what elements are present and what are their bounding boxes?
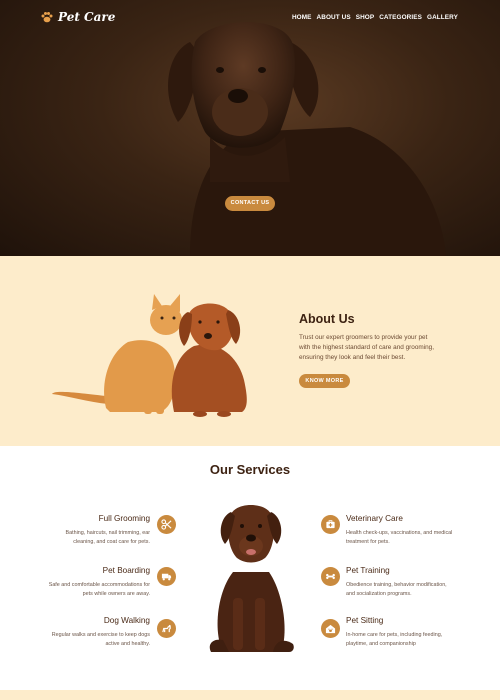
know-more-button[interactable]: KNOW MORE: [299, 374, 350, 388]
truck-icon: [157, 567, 176, 586]
nav-home[interactable]: HOME: [292, 14, 312, 21]
pet-sitting-icon: [321, 619, 340, 638]
service-title: Pet Training: [346, 566, 390, 575]
service-pet-sitting[interactable]: Pet Sitting In-home care for pets, inclu…: [346, 616, 456, 649]
service-pet-boarding[interactable]: Pet Boarding Safe and comfortable accomm…: [0, 566, 150, 599]
services-title: Our Services: [209, 462, 291, 477]
service-title: Pet Sitting: [346, 616, 384, 625]
about-section: About Us Trust our expert groomers to pr…: [0, 256, 500, 446]
service-desc: In-home care for pets, including feeding…: [346, 632, 443, 647]
service-desc: Safe and comfortable accommodations for …: [48, 582, 150, 597]
first-aid-icon: [321, 515, 340, 534]
hero-section: Pet Care HOME ABOUT US SHOP CATEGORIES G…: [0, 0, 500, 256]
service-pet-training[interactable]: Pet Training Obedience training, behavio…: [346, 566, 456, 599]
about-text: Trust our expert groomers to provide you…: [299, 334, 434, 361]
service-title: Veterinary Care: [346, 514, 403, 523]
service-desc: Regular walks and exercise to keep dogs …: [51, 632, 150, 647]
paw-icon: [41, 12, 53, 23]
service-dog-walking[interactable]: Dog Walking Regular walks and exercise t…: [0, 616, 150, 649]
nav-categories[interactable]: CATEGORIES: [379, 14, 422, 21]
scissors-icon: [157, 515, 176, 534]
hero-dog-image: [168, 22, 446, 256]
top-nav: Pet Care HOME ABOUT US SHOP CATEGORIES G…: [0, 10, 500, 28]
service-title: Full Grooming: [98, 514, 150, 523]
brand-name: Pet Care: [58, 10, 116, 24]
sitting-dog-image: [209, 505, 294, 652]
about-title: About Us: [299, 312, 355, 326]
service-full-grooming[interactable]: Full Grooming Bathing, haircuts, nail tr…: [0, 514, 151, 547]
bone-icon: [321, 567, 340, 586]
nav-gallery[interactable]: GALLERY: [427, 14, 458, 21]
services-section: Our Services Full Grooming Bathing, hair…: [0, 446, 500, 700]
footer-strip: [0, 690, 500, 700]
dog-walk-icon: [157, 619, 176, 638]
logo[interactable]: Pet Care: [40, 10, 115, 24]
nav-shop[interactable]: SHOP: [356, 14, 375, 21]
cat-and-dog-image: [52, 294, 247, 417]
service-desc: Bathing, haircuts, nail trimming, ear cl…: [65, 530, 151, 545]
contact-us-button[interactable]: CONTACT US: [225, 196, 275, 211]
service-desc: Obedience training, behavior modificatio…: [346, 582, 447, 597]
service-title: Pet Boarding: [102, 566, 150, 575]
service-title: Dog Walking: [103, 616, 150, 625]
service-veterinary-care[interactable]: Veterinary Care Health check-ups, vaccin…: [346, 514, 456, 547]
service-desc: Health check-ups, vaccinations, and medi…: [346, 530, 453, 545]
nav-about-us[interactable]: ABOUT US: [317, 14, 351, 21]
main-menu: HOME ABOUT US SHOP CATEGORIES GALLERY: [292, 14, 458, 21]
